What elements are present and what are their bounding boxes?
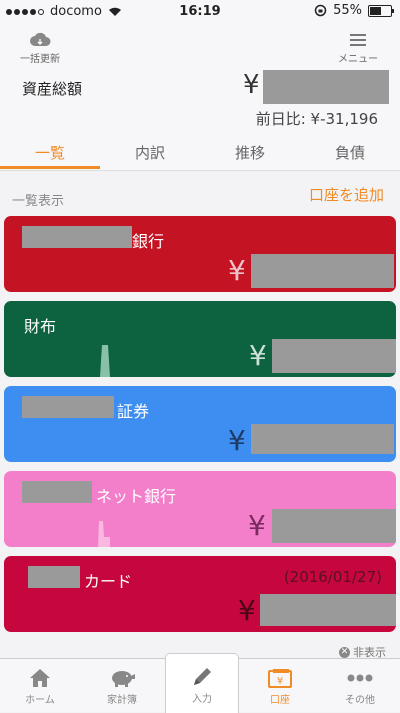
tab-breakdown[interactable]: 内訳 bbox=[100, 142, 200, 163]
currency-symbol: ¥ bbox=[228, 424, 246, 457]
tabbar-label: ホーム bbox=[25, 695, 55, 706]
battery-percent: 55% bbox=[333, 3, 362, 18]
currency-symbol: ¥ bbox=[248, 509, 266, 542]
account-name-redacted bbox=[22, 481, 92, 503]
account-card-net-bank[interactable]: ネット銀行 ¥ bbox=[4, 471, 396, 547]
pencil-icon bbox=[194, 668, 211, 685]
svg-text:¥: ¥ bbox=[277, 676, 283, 687]
menu-label: メニュー bbox=[338, 54, 378, 65]
account-card-wallet[interactable]: 財布 ¥ bbox=[4, 301, 396, 377]
balance-sparkline-icon bbox=[100, 345, 110, 377]
add-account-button[interactable]: 口座を追加 bbox=[309, 184, 384, 205]
account-name: 銀行 bbox=[132, 232, 165, 251]
wallet-icon: ¥ bbox=[268, 669, 292, 688]
cloud-refresh-icon bbox=[30, 32, 51, 46]
more-icon bbox=[347, 674, 373, 682]
tab-liabilities[interactable]: 負債 bbox=[300, 142, 400, 163]
section-title: 一覧表示 bbox=[12, 194, 65, 209]
account-card-securities[interactable]: 証券 ¥ bbox=[4, 386, 396, 462]
account-name: 証券 bbox=[117, 402, 150, 421]
tabbar-household[interactable]: 家計簿 bbox=[86, 659, 158, 712]
status-bar: docomo 16:19 55% bbox=[0, 0, 400, 22]
account-name-redacted bbox=[22, 226, 132, 248]
account-date: (2016/01/27) bbox=[283, 568, 382, 586]
total-currency-symbol: ¥ bbox=[243, 70, 260, 100]
home-icon bbox=[30, 669, 50, 687]
hamburger-icon bbox=[350, 34, 366, 46]
tab-bar: 一覧 内訳 推移 負債 bbox=[0, 140, 400, 171]
balance-sparkline-icon bbox=[98, 521, 110, 547]
account-balance-redacted bbox=[251, 424, 394, 454]
account-name: 財布 bbox=[24, 317, 57, 336]
account-balance-redacted bbox=[251, 254, 394, 288]
tabbar-label: その他 bbox=[345, 695, 375, 706]
account-balance-redacted bbox=[260, 594, 396, 626]
currency-symbol: ¥ bbox=[228, 254, 246, 287]
account-balance-redacted bbox=[272, 339, 396, 373]
tabbar-label: 家計簿 bbox=[107, 695, 137, 706]
account-name-redacted bbox=[28, 566, 80, 588]
tabbar-home[interactable]: ホーム bbox=[4, 659, 76, 712]
bottom-tab-bar: ホーム 家計簿 入力 ¥ 口座 その他 bbox=[0, 653, 400, 713]
account-balance-redacted bbox=[272, 509, 396, 543]
currency-symbol: ¥ bbox=[249, 339, 267, 372]
account-name: ネット銀行 bbox=[96, 487, 177, 506]
previous-day-change: 前日比: ¥-31,196 bbox=[255, 110, 378, 128]
menu-button[interactable]: メニュー bbox=[336, 32, 380, 65]
tabbar-label: 入力 bbox=[192, 694, 212, 705]
total-assets-label: 資産総額 bbox=[22, 80, 83, 98]
refresh-all-button[interactable]: 一括更新 bbox=[20, 32, 60, 65]
battery-icon bbox=[368, 4, 394, 17]
close-icon: ✕ bbox=[339, 646, 350, 658]
piggy-bank-icon bbox=[112, 671, 135, 687]
header: 一括更新 メニュー 資産総額 ¥ 前日比: ¥-31,196 bbox=[0, 22, 400, 140]
tab-trend[interactable]: 推移 bbox=[200, 142, 300, 163]
tab-list[interactable]: 一覧 bbox=[0, 142, 100, 163]
rotation-lock-icon bbox=[314, 4, 327, 17]
account-card-credit-card[interactable]: カード (2016/01/27) ¥ bbox=[4, 556, 396, 632]
tabbar-other[interactable]: その他 bbox=[324, 659, 396, 712]
total-assets-amount-redacted bbox=[263, 70, 389, 104]
currency-symbol: ¥ bbox=[238, 594, 256, 627]
account-name: カード bbox=[84, 572, 133, 591]
account-name-redacted bbox=[22, 396, 114, 418]
tabbar-label: 口座 bbox=[270, 695, 290, 706]
refresh-all-label: 一括更新 bbox=[20, 54, 60, 65]
tabbar-accounts[interactable]: ¥ 口座 bbox=[244, 659, 316, 712]
tabbar-input[interactable]: 入力 bbox=[165, 653, 239, 713]
active-tab-indicator bbox=[0, 166, 100, 169]
account-card-bank[interactable]: 銀行 ¥ bbox=[4, 216, 396, 292]
